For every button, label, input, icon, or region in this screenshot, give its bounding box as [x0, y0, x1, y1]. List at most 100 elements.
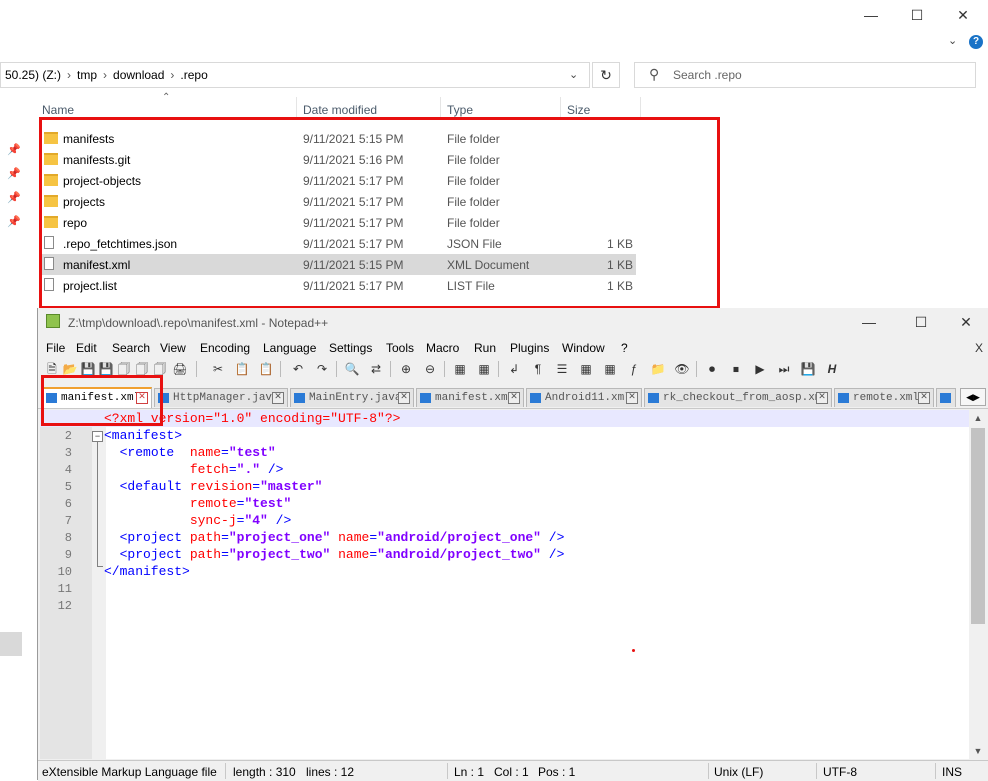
menu-tools[interactable]: Tools — [386, 341, 414, 355]
redo-icon[interactable]: ↷ — [314, 361, 330, 377]
help-icon[interactable]: ? — [969, 35, 983, 49]
sync-vertical-icon[interactable]: ▦ — [452, 361, 468, 377]
status-divider — [816, 763, 817, 779]
zoom-in-icon[interactable]: ⊕ — [398, 361, 414, 377]
address-bar[interactable]: 50.25) (Z:) › tmp › download › .repo ⌄ — [0, 62, 590, 88]
menu-window[interactable]: Window — [562, 341, 605, 355]
line-number: 12 — [57, 599, 72, 613]
record-macro-icon[interactable]: ⏺ — [704, 361, 720, 377]
monitoring-icon[interactable]: 👁 — [674, 361, 690, 377]
close-icon[interactable]: ✕ — [943, 312, 988, 332]
tab-mainentry-java[interactable]: MainEntry.java ✕ — [290, 388, 414, 407]
find-icon[interactable]: 🔍 — [344, 361, 360, 377]
breadcrumb-tmp[interactable]: tmp — [77, 68, 97, 82]
column-divider[interactable] — [560, 97, 561, 119]
hex-editor-icon[interactable]: H — [824, 361, 840, 377]
breadcrumb-download[interactable]: download — [113, 68, 164, 82]
code-editor[interactable]: 123456789101112 <?xml version="1.0" enco… — [40, 410, 987, 759]
maximize-icon[interactable]: ☐ — [898, 312, 944, 332]
tab-close-icon[interactable]: ✕ — [508, 392, 520, 404]
menu-macro[interactable]: Macro — [426, 341, 459, 355]
tab-close-icon[interactable]: ✕ — [816, 392, 828, 404]
refresh-button[interactable]: ↻ — [592, 62, 620, 88]
status-encoding[interactable]: UTF-8 — [823, 765, 857, 779]
fold-toggle-icon[interactable]: − — [92, 431, 103, 442]
line-number: 9 — [64, 548, 72, 562]
pin-icon[interactable]: 📌 — [7, 167, 21, 180]
code-line: sync-j="4" /> — [189, 513, 292, 528]
pin-icon[interactable]: 📌 — [7, 215, 21, 228]
nav-pane-selected-item[interactable] — [0, 632, 22, 656]
column-header-date[interactable]: Date modified — [303, 103, 377, 117]
status-insert-mode[interactable]: INS — [942, 765, 962, 779]
run-macro-multiple-icon[interactable]: ⏭ — [776, 361, 792, 377]
zoom-out-icon[interactable]: ⊖ — [422, 361, 438, 377]
vertical-scrollbar[interactable]: ▲ ▼ — [969, 410, 987, 759]
sync-horizontal-icon[interactable]: ▦ — [476, 361, 492, 377]
folder-as-workspace-icon[interactable]: 📁 — [650, 361, 666, 377]
pin-icon[interactable]: 📌 — [7, 191, 21, 204]
column-divider[interactable] — [640, 97, 641, 119]
menu-search[interactable]: Search — [112, 341, 150, 355]
tab-remote-xml[interactable]: remote.xml ✕ — [834, 388, 934, 407]
paste-icon[interactable]: 📋 — [258, 361, 274, 377]
search-input[interactable]: ⚲ Search .repo — [634, 62, 976, 88]
tab-close-icon[interactable]: ✕ — [272, 392, 284, 404]
breadcrumb-repo[interactable]: .repo — [180, 68, 207, 82]
menu-encoding[interactable]: Encoding — [200, 341, 250, 355]
function-list-icon[interactable]: ƒ — [626, 361, 642, 377]
show-all-chars-icon[interactable]: ¶ — [530, 361, 546, 377]
copy-icon[interactable]: 📋 — [234, 361, 250, 377]
status-eol[interactable]: Unix (LF) — [714, 765, 763, 779]
replace-icon[interactable]: ⇄ — [368, 361, 384, 377]
menu-plugins[interactable]: Plugins — [510, 341, 549, 355]
tab-httpmanager-java[interactable]: HttpManager.java ✕ — [154, 388, 288, 407]
menu-help[interactable]: ? — [621, 341, 628, 355]
tab-close-icon[interactable]: ✕ — [626, 392, 638, 404]
menu-edit[interactable]: Edit — [76, 341, 97, 355]
word-wrap-icon[interactable]: ↲ — [506, 361, 522, 377]
cut-icon[interactable]: ✂ — [210, 361, 226, 377]
minimize-icon[interactable]: — — [848, 4, 894, 26]
status-bar: eXtensible Markup Language file length :… — [38, 760, 988, 781]
tab-close-icon[interactable]: ✕ — [918, 392, 930, 404]
tab-overflow[interactable] — [936, 388, 956, 407]
menu-run[interactable]: Run — [474, 341, 496, 355]
tab-close-icon[interactable]: ✕ — [398, 392, 410, 404]
scrollbar-thumb[interactable] — [971, 428, 985, 624]
scroll-up-icon[interactable]: ▲ — [969, 410, 987, 426]
tab-manifest-xml-2[interactable]: manifest.xml ✕ — [416, 388, 524, 407]
search-icon: ⚲ — [649, 66, 660, 82]
stop-macro-icon[interactable]: ⏹ — [728, 361, 744, 377]
play-macro-icon[interactable]: ▶ — [752, 361, 768, 377]
column-divider[interactable] — [440, 97, 441, 119]
column-header-name[interactable]: Name — [42, 103, 74, 117]
doc-map-icon[interactable]: ▦ — [602, 361, 618, 377]
fold-line — [97, 566, 103, 567]
column-header-type[interactable]: Type — [447, 103, 473, 117]
language-icon[interactable]: ▦ — [578, 361, 594, 377]
tab-scroll-arrows[interactable]: ◀▶ — [960, 388, 986, 406]
pin-icon[interactable]: 📌 — [7, 143, 21, 156]
menu-language[interactable]: Language — [263, 341, 316, 355]
breadcrumb-drive[interactable]: 50.25) (Z:) — [5, 68, 61, 82]
column-header-size[interactable]: Size — [567, 103, 590, 117]
maximize-icon[interactable]: ☐ — [894, 4, 940, 26]
close-document-button[interactable]: X — [975, 341, 983, 355]
menu-view[interactable]: View — [160, 341, 186, 355]
column-divider[interactable] — [296, 97, 297, 119]
menu-settings[interactable]: Settings — [329, 341, 372, 355]
scroll-down-icon[interactable]: ▼ — [969, 743, 987, 759]
undo-icon[interactable]: ↶ — [290, 361, 306, 377]
menu-file[interactable]: File — [46, 341, 65, 355]
print-icon[interactable]: 🖨 — [172, 361, 188, 377]
chevron-down-icon[interactable]: ⌄ — [569, 68, 578, 81]
minimize-icon[interactable]: — — [846, 312, 892, 332]
indent-guide-icon[interactable]: ☰ — [554, 361, 570, 377]
save-macro-icon[interactable]: 💾 — [800, 361, 816, 377]
chevron-down-icon[interactable]: ⌄ — [948, 34, 957, 47]
tab-rk-checkout-xml[interactable]: rk_checkout_from_aosp.xml ✕ — [644, 388, 832, 407]
code-line: <project path="project_two" name="androi… — [119, 547, 565, 562]
tab-android11-xml[interactable]: Android11.xml ✕ — [526, 388, 642, 407]
close-icon[interactable]: ✕ — [940, 4, 986, 26]
